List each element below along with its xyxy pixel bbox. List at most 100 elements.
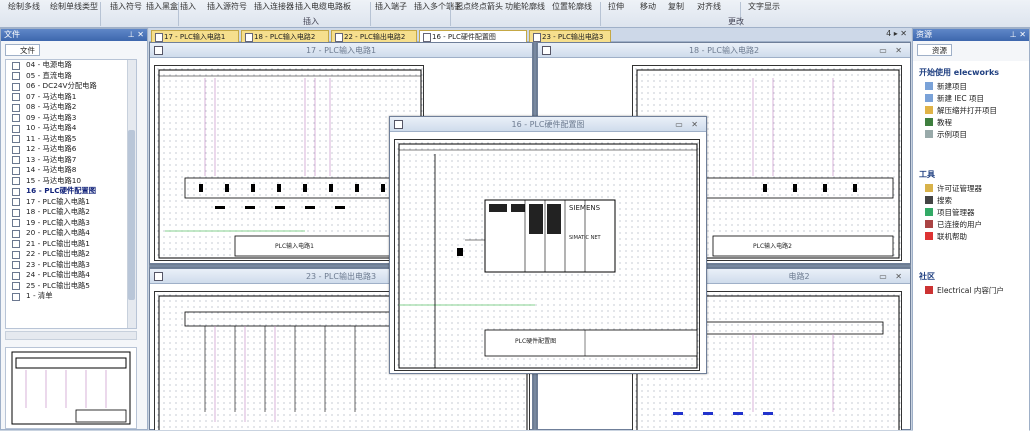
tree-item-label: 13 - 马达电路7 <box>26 154 77 164</box>
resource-link[interactable]: 新建 IEC 项目 <box>925 93 984 104</box>
tree-item[interactable]: 12 - 马达电路6 <box>6 144 136 155</box>
resource-icon <box>925 220 933 228</box>
ribbon-button-5[interactable]: 插入源符号 <box>207 1 247 12</box>
tree-item[interactable]: 17 - PLC输入电路1 <box>6 197 136 208</box>
document-icon <box>394 120 403 129</box>
tree-item-label: 16 - PLC硬件配置图 <box>26 186 97 195</box>
resource-icon <box>925 106 933 114</box>
window-titlebar[interactable]: 18 - PLC输入电路2 ▭ ✕ <box>538 43 910 58</box>
document-icon <box>12 114 20 122</box>
document-tab[interactable]: 18 - PLC输入电路2 <box>241 30 329 42</box>
document-icon <box>12 145 20 154</box>
ribbon-button-3[interactable]: 插入黑盒 <box>146 1 178 12</box>
resource-icon <box>925 196 933 204</box>
ribbon-button-11[interactable]: 功能轮廓线 <box>505 1 545 12</box>
tree-item[interactable]: 15 - 马达电路10 <box>6 176 136 187</box>
tree-item-label: 06 - DC24V分配电路 <box>26 81 97 90</box>
ribbon-button-10[interactable]: 起点终点箭头 <box>455 1 503 12</box>
preview-pane <box>5 347 137 429</box>
tree-item[interactable]: 18 - PLC输入电路2 <box>6 207 136 218</box>
tree-item[interactable]: 06 - DC24V分配电路 <box>6 81 136 92</box>
tree-item[interactable]: 19 - PLC输入电路3 <box>6 218 136 229</box>
resource-icon <box>925 232 933 240</box>
sheet-title: PLC硬件配置图 <box>515 338 557 345</box>
resource-link[interactable]: 解压缩并打开项目 <box>925 105 997 116</box>
drawing-workspace: 17 - PLC输入电路1 PLC输入电路1 18 - PLC输入电路2 ▭ ✕ … <box>149 42 911 430</box>
tree-item-label: 20 - PLC输入电路4 <box>26 228 90 237</box>
resource-link[interactable]: 搜索 <box>925 195 952 206</box>
tree-item[interactable]: 05 - 直流电路 <box>6 71 136 82</box>
tree-item[interactable]: 23 - PLC输出电路3 <box>6 260 136 271</box>
document-tab[interactable]: 22 - PLC输出电路2 <box>331 30 417 42</box>
document-icon <box>12 156 20 164</box>
ribbon-button-13[interactable]: 拉伸 <box>608 1 624 12</box>
resource-link[interactable]: 新建项目 <box>925 81 967 92</box>
resource-icon <box>925 286 933 294</box>
document-icon <box>12 208 20 217</box>
resource-link[interactable]: 许可证管理器 <box>925 183 982 194</box>
window-titlebar[interactable]: 17 - PLC输入电路1 <box>150 43 532 58</box>
window-titlebar[interactable]: 16 - PLC硬件配置图 ▭ ✕ <box>390 117 706 132</box>
tree-item[interactable]: 24 - PLC输出电路4 <box>6 270 136 281</box>
document-icon <box>12 219 20 227</box>
tree-item-label: 14 - 马达电路8 <box>26 165 77 174</box>
tree-item[interactable]: 21 - PLC输出电路1 <box>6 239 136 250</box>
window-plc-hardware-config[interactable]: 16 - PLC硬件配置图 ▭ ✕ SIEMENS SIMATIC NET PLC… <box>389 116 707 374</box>
tree-item[interactable]: 11 - 马达电路5 <box>6 134 136 145</box>
tree-item-label: 12 - 马达电路6 <box>26 144 77 153</box>
ribbon-button-6[interactable]: 插入连接器 <box>254 1 294 12</box>
document-tab[interactable]: 23 - PLC输出电路3 <box>529 30 611 42</box>
ribbon-button-12[interactable]: 位置轮廓线 <box>552 1 592 12</box>
ribbon-button-16[interactable]: 对齐线 <box>697 1 721 12</box>
tree-item[interactable]: 09 - 马达电路3 <box>6 113 136 124</box>
tree-item-label: 05 - 直流电路 <box>26 70 72 80</box>
resources-tab[interactable]: 资源 <box>917 44 952 56</box>
resources-panel: 资源 ⊥ ✕ 资源 开始使用 elecworks 新建项目 新建 IEC 项目 解压缩… <box>912 28 1030 431</box>
ribbon-button-14[interactable]: 移动 <box>640 1 656 12</box>
resource-link[interactable]: 教程 <box>925 117 952 128</box>
ribbon-button-1[interactable]: 绘制单线类型 <box>50 1 98 12</box>
resource-link[interactable]: 已连接的用户 <box>925 219 982 230</box>
tree-scrollbar[interactable] <box>127 60 136 328</box>
resource-link[interactable]: 联机帮助 <box>925 231 967 242</box>
tree-item-label: 22 - PLC输出电路2 <box>26 249 90 258</box>
sheet-title: PLC输入电路1 <box>275 243 314 250</box>
resource-link[interactable]: 示例项目 <box>925 129 967 140</box>
ribbon-button-8[interactable]: 插入端子 <box>375 1 407 12</box>
document-tab[interactable]: 16 - PLC硬件配置图 <box>419 30 527 42</box>
document-icon <box>12 229 20 238</box>
tree-item[interactable]: 20 - PLC输入电路4 <box>6 228 136 239</box>
file-panel: 文件 ⊥ ✕ 文件 04 - 电源电路 05 - 直流电路 06 - DC24V分配电… <box>0 28 148 430</box>
resource-link[interactable]: Electrical 内容门户 <box>925 285 1004 296</box>
resource-link[interactable]: 项目管理器 <box>925 207 975 218</box>
ribbon-button-15[interactable]: 复制 <box>668 1 684 12</box>
document-tab[interactable]: 17 - PLC输入电路1 <box>151 30 239 42</box>
tree-item[interactable]: 07 - 马达电路1 <box>6 92 136 103</box>
tree-item-label: 25 - PLC输出电路5 <box>26 280 90 290</box>
tree-item[interactable]: 14 - 马达电路8 <box>6 165 136 176</box>
tree-item[interactable]: 04 - 电源电路 <box>6 60 136 71</box>
document-icon <box>12 198 20 206</box>
document-icon <box>12 292 20 301</box>
document-tabs: 17 - PLC输入电路1 18 - PLC输入电路2 22 - PLC输出电路2 1… <box>149 28 911 42</box>
tree-item[interactable]: 25 - PLC输出电路5 <box>6 281 136 292</box>
ribbon-button-4[interactable]: 插入 <box>180 1 196 12</box>
section-tools: 工具 <box>919 170 935 179</box>
file-tab[interactable]: 文件 <box>5 44 40 56</box>
document-icon <box>542 46 551 55</box>
tree-item[interactable]: 1 - 清单 <box>6 291 136 302</box>
tree-item[interactable]: 22 - PLC输出电路2 <box>6 249 136 260</box>
document-icon <box>12 135 20 143</box>
tree-item[interactable]: 13 - 马达电路7 <box>6 155 136 166</box>
resources-panel-title: 资源 ⊥ ✕ <box>913 29 1029 41</box>
ribbon-button-0[interactable]: 绘制多线 <box>8 1 40 12</box>
ribbon-button-17[interactable]: 文字显示 <box>748 1 780 12</box>
tree-item[interactable]: 08 - 马达电路2 <box>6 102 136 113</box>
ribbon-button-2[interactable]: 插入符号 <box>110 1 142 12</box>
document-icon <box>12 61 20 70</box>
tree-item-label: 17 - PLC输入电路1 <box>26 196 90 206</box>
tree-item[interactable]: 10 - 马达电路4 <box>6 123 136 134</box>
tree-hscrollbar[interactable] <box>5 331 137 340</box>
tree-item[interactable]: 16 - PLC硬件配置图 <box>6 186 136 197</box>
ribbon-button-7[interactable]: 插入电缆电路板 <box>295 1 351 12</box>
